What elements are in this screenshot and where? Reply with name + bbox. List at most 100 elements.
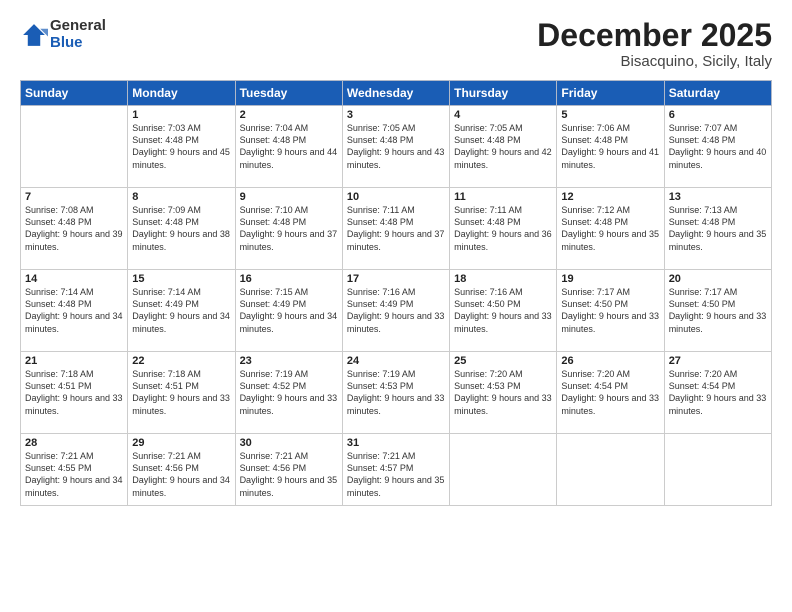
calendar-cell: 22Sunrise: 7:18 AM Sunset: 4:51 PM Dayli…	[128, 352, 235, 434]
week-row-4: 21 Sunrise: 7:18 AM Sunset: 4:51 PM Dayli…	[21, 352, 772, 434]
day-info: Sunrise: 7:16 AM Sunset: 4:49 PM Dayligh…	[347, 286, 445, 335]
day-number: 5	[561, 109, 659, 121]
calendar-cell	[21, 106, 128, 188]
day-number: 29	[132, 437, 230, 449]
page: General Blue December 2025 Bisacquino, S…	[0, 0, 792, 612]
calendar-cell: 4Sunrise: 7:05 AM Sunset: 4:48 PM Daylig…	[450, 106, 557, 188]
day-info: Sunrise: 7:09 AM Sunset: 4:48 PM Dayligh…	[132, 204, 230, 253]
day-info: Sunrise: 7:13 AM Sunset: 4:48 PM Dayligh…	[669, 204, 767, 253]
day-number: 1	[132, 109, 230, 121]
calendar-cell: 21Sunrise: 7:18 AM Sunset: 4:51 PM Dayli…	[21, 352, 128, 434]
day-number: 22	[132, 355, 230, 367]
calendar-cell: 8Sunrise: 7:09 AM Sunset: 4:48 PM Daylig…	[128, 188, 235, 270]
calendar-cell: 1Sunrise: 7:03 AM Sunset: 4:48 PM Daylig…	[128, 106, 235, 188]
col-header-monday: Monday	[128, 81, 235, 106]
calendar-cell: 15Sunrise: 7:14 AM Sunset: 4:49 PM Dayli…	[128, 270, 235, 352]
col-header-friday: Friday	[557, 81, 664, 106]
day-number: 23	[240, 355, 338, 367]
day-number: 9	[240, 191, 338, 203]
calendar-cell: 17Sunrise: 7:16 AM Sunset: 4:49 PM Dayli…	[342, 270, 449, 352]
day-info: Sunrise: 7:18 AM Sunset: 4:51 PM Dayligh…	[132, 368, 230, 417]
day-number: 11	[454, 191, 552, 203]
day-info: Sunrise: 7:19 AM Sunset: 4:52 PM Dayligh…	[240, 368, 338, 417]
calendar-cell: 12Sunrise: 7:12 AM Sunset: 4:48 PM Dayli…	[557, 188, 664, 270]
day-info: Sunrise: 7:14 AM Sunset: 4:49 PM Dayligh…	[132, 286, 230, 335]
logo: General Blue	[20, 18, 106, 51]
day-info: Sunrise: 7:05 AM Sunset: 4:48 PM Dayligh…	[454, 122, 552, 171]
day-number: 19	[561, 273, 659, 285]
day-info: Sunrise: 7:10 AM Sunset: 4:48 PM Dayligh…	[240, 204, 338, 253]
day-number: 28	[25, 437, 123, 449]
calendar-cell: 11Sunrise: 7:11 AM Sunset: 4:48 PM Dayli…	[450, 188, 557, 270]
calendar-cell: 3Sunrise: 7:05 AM Sunset: 4:48 PM Daylig…	[342, 106, 449, 188]
day-number: 8	[132, 191, 230, 203]
day-info: Sunrise: 7:20 AM Sunset: 4:54 PM Dayligh…	[561, 368, 659, 417]
day-info: Sunrise: 7:19 AM Sunset: 4:53 PM Dayligh…	[347, 368, 445, 417]
col-header-thursday: Thursday	[450, 81, 557, 106]
calendar-cell	[450, 434, 557, 506]
day-number: 16	[240, 273, 338, 285]
calendar-cell: 9Sunrise: 7:10 AM Sunset: 4:48 PM Daylig…	[235, 188, 342, 270]
day-number: 3	[347, 109, 445, 121]
calendar: SundayMondayTuesdayWednesdayThursdayFrid…	[20, 80, 772, 506]
week-row-1: 1Sunrise: 7:03 AM Sunset: 4:48 PM Daylig…	[21, 106, 772, 188]
day-info: Sunrise: 7:08 AM Sunset: 4:48 PM Dayligh…	[25, 204, 123, 253]
logo-text: General Blue	[50, 18, 106, 51]
day-number: 15	[132, 273, 230, 285]
day-info: Sunrise: 7:14 AM Sunset: 4:48 PM Dayligh…	[25, 286, 123, 335]
day-info: Sunrise: 7:15 AM Sunset: 4:49 PM Dayligh…	[240, 286, 338, 335]
calendar-header-row: SundayMondayTuesdayWednesdayThursdayFrid…	[21, 81, 772, 106]
col-header-wednesday: Wednesday	[342, 81, 449, 106]
day-info: Sunrise: 7:17 AM Sunset: 4:50 PM Dayligh…	[669, 286, 767, 335]
day-info: Sunrise: 7:03 AM Sunset: 4:48 PM Dayligh…	[132, 122, 230, 171]
calendar-cell: 6Sunrise: 7:07 AM Sunset: 4:48 PM Daylig…	[664, 106, 771, 188]
calendar-cell: 5Sunrise: 7:06 AM Sunset: 4:48 PM Daylig…	[557, 106, 664, 188]
logo-icon	[20, 21, 48, 49]
day-number: 30	[240, 437, 338, 449]
day-number: 24	[347, 355, 445, 367]
calendar-cell: 18Sunrise: 7:16 AM Sunset: 4:50 PM Dayli…	[450, 270, 557, 352]
day-info: Sunrise: 7:21 AM Sunset: 4:56 PM Dayligh…	[132, 450, 230, 499]
calendar-cell: 31Sunrise: 7:21 AM Sunset: 4:57 PM Dayli…	[342, 434, 449, 506]
logo-general: General	[50, 18, 106, 35]
calendar-cell: 24Sunrise: 7:19 AM Sunset: 4:53 PM Dayli…	[342, 352, 449, 434]
day-info: Sunrise: 7:16 AM Sunset: 4:50 PM Dayligh…	[454, 286, 552, 335]
calendar-cell: 25Sunrise: 7:20 AM Sunset: 4:53 PM Dayli…	[450, 352, 557, 434]
day-number: 14	[25, 273, 123, 285]
col-header-saturday: Saturday	[664, 81, 771, 106]
day-number: 13	[669, 191, 767, 203]
calendar-cell: 20Sunrise: 7:17 AM Sunset: 4:50 PM Dayli…	[664, 270, 771, 352]
col-header-sunday: Sunday	[21, 81, 128, 106]
day-number: 27	[669, 355, 767, 367]
week-row-2: 7Sunrise: 7:08 AM Sunset: 4:48 PM Daylig…	[21, 188, 772, 270]
day-info: Sunrise: 7:21 AM Sunset: 4:57 PM Dayligh…	[347, 450, 445, 499]
calendar-cell: 10Sunrise: 7:11 AM Sunset: 4:48 PM Dayli…	[342, 188, 449, 270]
calendar-cell: 19Sunrise: 7:17 AM Sunset: 4:50 PM Dayli…	[557, 270, 664, 352]
day-info: Sunrise: 7:12 AM Sunset: 4:48 PM Dayligh…	[561, 204, 659, 253]
day-number: 20	[669, 273, 767, 285]
calendar-cell	[664, 434, 771, 506]
calendar-cell: 30Sunrise: 7:21 AM Sunset: 4:56 PM Dayli…	[235, 434, 342, 506]
calendar-cell: 16Sunrise: 7:15 AM Sunset: 4:49 PM Dayli…	[235, 270, 342, 352]
day-number: 6	[669, 109, 767, 121]
week-row-3: 14Sunrise: 7:14 AM Sunset: 4:48 PM Dayli…	[21, 270, 772, 352]
day-number: 18	[454, 273, 552, 285]
header: General Blue December 2025 Bisacquino, S…	[20, 18, 772, 70]
day-info: Sunrise: 7:05 AM Sunset: 4:48 PM Dayligh…	[347, 122, 445, 171]
title-section: December 2025 Bisacquino, Sicily, Italy	[537, 18, 772, 70]
calendar-cell: 26Sunrise: 7:20 AM Sunset: 4:54 PM Dayli…	[557, 352, 664, 434]
location: Bisacquino, Sicily, Italy	[537, 53, 772, 70]
day-number: 21	[25, 355, 123, 367]
day-number: 17	[347, 273, 445, 285]
logo-blue: Blue	[50, 35, 106, 52]
day-number: 31	[347, 437, 445, 449]
calendar-cell	[557, 434, 664, 506]
day-info: Sunrise: 7:17 AM Sunset: 4:50 PM Dayligh…	[561, 286, 659, 335]
day-info: Sunrise: 7:21 AM Sunset: 4:55 PM Dayligh…	[25, 450, 123, 499]
day-info: Sunrise: 7:11 AM Sunset: 4:48 PM Dayligh…	[347, 204, 445, 253]
day-info: Sunrise: 7:07 AM Sunset: 4:48 PM Dayligh…	[669, 122, 767, 171]
day-number: 12	[561, 191, 659, 203]
calendar-cell: 13Sunrise: 7:13 AM Sunset: 4:48 PM Dayli…	[664, 188, 771, 270]
day-number: 25	[454, 355, 552, 367]
calendar-cell: 2Sunrise: 7:04 AM Sunset: 4:48 PM Daylig…	[235, 106, 342, 188]
